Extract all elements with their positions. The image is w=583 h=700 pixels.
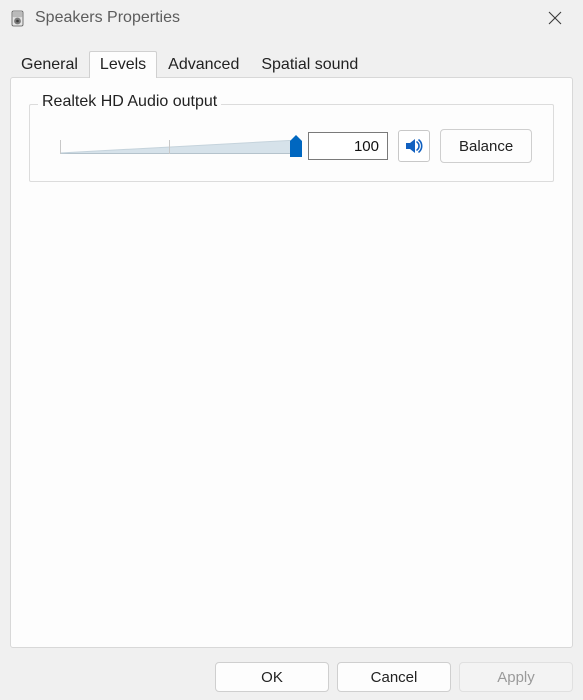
slider-thumb-icon[interactable] (290, 135, 302, 157)
tab-spatial-sound[interactable]: Spatial sound (250, 51, 369, 78)
tab-levels[interactable]: Levels (89, 51, 157, 78)
tab-strip: General Levels Advanced Spatial sound (0, 36, 583, 77)
speaker-volume-icon (403, 135, 425, 157)
levels-panel: Realtek HD Audio output (10, 77, 573, 648)
close-button[interactable] (535, 4, 575, 32)
speaker-icon (10, 10, 27, 27)
apply-button: Apply (459, 662, 573, 692)
volume-slider[interactable] (60, 136, 298, 158)
volume-value-field[interactable] (308, 132, 388, 160)
dialog-buttons: OK Cancel Apply (0, 656, 583, 700)
title-bar: Speakers Properties (0, 0, 583, 36)
ok-button[interactable]: OK (215, 662, 329, 692)
balance-button[interactable]: Balance (440, 129, 532, 163)
output-row: Balance (44, 129, 539, 163)
tab-advanced[interactable]: Advanced (157, 51, 250, 78)
slider-fill-icon (60, 140, 298, 154)
window-title: Speakers Properties (35, 9, 535, 27)
cancel-button[interactable]: Cancel (337, 662, 451, 692)
tab-general[interactable]: General (10, 51, 89, 78)
slider-tick (169, 140, 170, 154)
tab-panel-wrap: Realtek HD Audio output (10, 77, 573, 648)
output-group-legend: Realtek HD Audio output (38, 93, 221, 111)
speakers-properties-window: Speakers Properties General Levels Advan… (0, 0, 583, 700)
slider-tick (60, 140, 61, 154)
slider-track (60, 140, 298, 154)
output-group: Realtek HD Audio output (29, 104, 554, 182)
close-icon (548, 11, 562, 25)
mute-toggle-button[interactable] (398, 130, 430, 162)
